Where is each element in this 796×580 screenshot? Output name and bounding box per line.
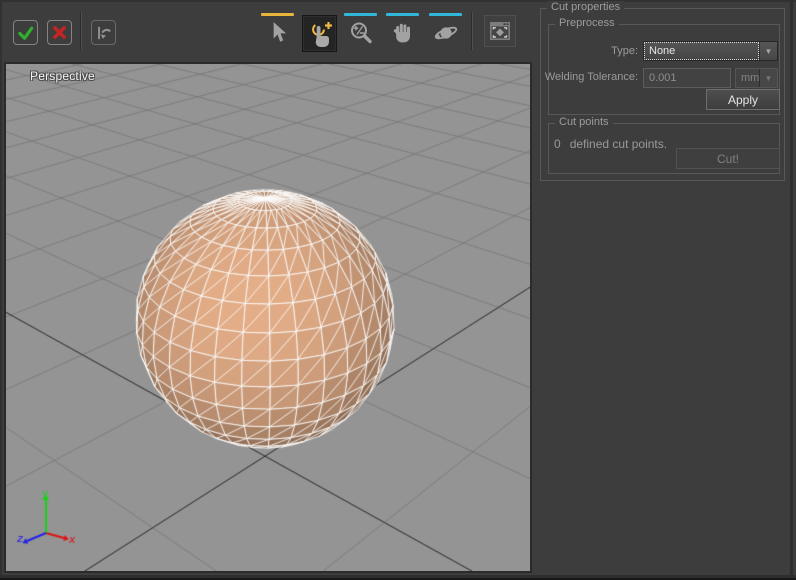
chevron-down-icon: ▼ [765, 74, 773, 83]
select-tool-button[interactable] [261, 16, 294, 50]
cancel-button[interactable] [47, 20, 72, 45]
welding-tolerance-label: Welding Tolerance: [544, 71, 638, 83]
apply-button[interactable]: Apply [706, 89, 780, 110]
type-combobox-value[interactable]: None [644, 42, 759, 60]
toolbar-separator [80, 12, 81, 50]
orbit-tool-button[interactable] [429, 16, 462, 50]
welding-tolerance-input[interactable] [643, 68, 731, 88]
go-to-start-button[interactable] [91, 20, 116, 45]
window-left-edge [0, 0, 2, 580]
window-right-edge [790, 0, 793, 580]
cut-button[interactable]: Cut! [676, 148, 780, 169]
hand-icon [391, 21, 415, 45]
type-label: Type: [552, 45, 638, 57]
frame-extents-button[interactable] [484, 15, 516, 47]
saturn-planet-icon [433, 21, 459, 45]
cursor-arrow-icon [267, 21, 289, 45]
unit-combobox[interactable]: mm ▼ [735, 68, 778, 88]
cut-points-title: Cut points [555, 116, 613, 128]
toolbar-separator-2 [471, 12, 472, 50]
chevron-down-icon: ▼ [765, 47, 773, 56]
window-bottom-edge [0, 575, 796, 580]
touch-add-icon [307, 20, 333, 48]
viewport-canvas[interactable] [6, 64, 530, 571]
type-combobox-arrow[interactable]: ▼ [759, 42, 777, 60]
pan-tool-button[interactable] [386, 16, 419, 50]
cut-points-count-text: defined cut points. [570, 137, 667, 151]
check-icon [16, 23, 35, 42]
frame-window-icon [488, 20, 512, 42]
window-top-edge [0, 0, 796, 2]
unit-combobox-arrow[interactable]: ▼ [759, 69, 777, 87]
arrow-to-start-icon [95, 24, 113, 42]
cut-properties-title: Cut properties [547, 1, 624, 13]
cross-icon [51, 24, 68, 41]
preprocess-title: Preprocess [555, 17, 619, 29]
type-combobox[interactable]: None ▼ [643, 41, 778, 61]
viewport-3d[interactable]: Perspective [4, 62, 532, 573]
zoom-tool-button[interactable] [344, 16, 377, 50]
confirm-button[interactable] [13, 20, 38, 45]
cut-points-count-row: 0 defined cut points. [554, 137, 667, 151]
pick-point-tool-button[interactable] [302, 15, 337, 52]
unit-combobox-value[interactable]: mm [736, 69, 759, 87]
viewport-mode-label: Perspective [30, 69, 95, 83]
magnifier-plus-minus-icon [349, 21, 373, 45]
cut-points-count: 0 [554, 137, 561, 151]
